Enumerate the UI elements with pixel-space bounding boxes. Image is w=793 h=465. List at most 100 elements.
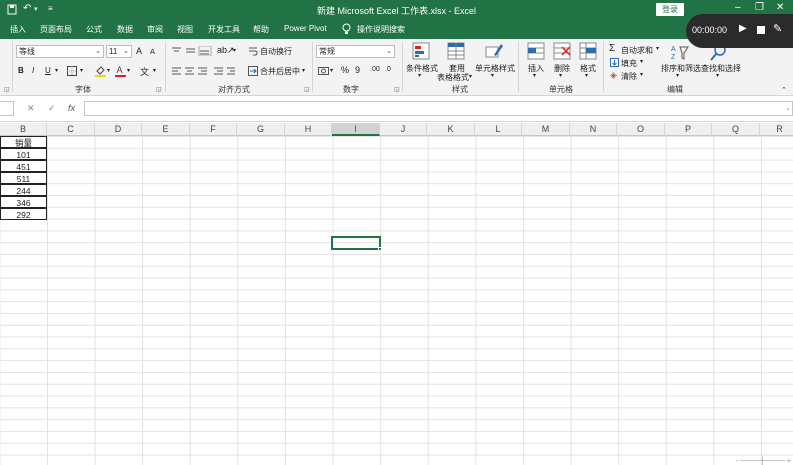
restore-icon[interactable]: ❐ [755,2,764,13]
column-header[interactable]: M [522,123,570,136]
chevron-down-icon[interactable]: ▾ [559,72,562,79]
chevron-down-icon[interactable]: ▾ [716,72,719,79]
sort-filter-button[interactable]: 排序和筛选 [661,63,701,74]
autosum-icon[interactable]: Σ [609,43,615,54]
table-cell[interactable]: 101 [0,148,47,160]
border-icon[interactable] [67,66,77,76]
chevron-down-icon[interactable]: ▾ [533,72,536,79]
clipboard-launcher-icon[interactable]: ◲ [4,86,10,93]
tab-developer[interactable]: 开发工具 [208,24,240,35]
percent-button[interactable]: % [341,65,349,75]
table-cell[interactable]: 346 [0,196,47,208]
chevron-down-icon[interactable]: ⌄ [785,104,791,112]
merge-center-icon[interactable] [248,66,258,76]
table-cell[interactable]: 292 [0,208,47,220]
column-header[interactable]: Q [712,123,760,136]
active-cell-selection[interactable] [331,236,382,251]
horizontal-align-icons[interactable] [171,66,235,76]
wrap-text-button[interactable]: 自动换行 [260,46,292,57]
font-launcher-icon[interactable]: ◲ [156,86,162,93]
comma-button[interactable]: 9 [355,65,360,75]
bold-button[interactable]: B [18,66,24,75]
column-header[interactable]: H [285,123,332,136]
table-cell[interactable]: 451 [0,160,47,172]
font-size-select[interactable]: 11 ⌄ [106,45,132,58]
collapse-ribbon-icon[interactable]: ⌃ [781,86,787,94]
column-header[interactable]: F [190,123,237,136]
fill-down-icon[interactable] [610,58,619,67]
cancel-icon[interactable]: ✕ [27,103,35,114]
tab-page-layout[interactable]: 页面布局 [40,24,72,35]
autosum-button[interactable]: 自动求和 [621,45,653,56]
chevron-down-icon[interactable]: ▾ [491,72,494,79]
find-select-button[interactable]: 查找和选择 [701,63,741,74]
format-as-table-icon[interactable] [447,42,465,60]
tab-formulas[interactable]: 公式 [86,24,102,35]
column-header[interactable]: R [760,123,793,136]
worksheet-grid[interactable]: B C D E F G H I J K L M N O P Q R 销量 101… [0,123,793,465]
chevron-down-icon[interactable]: ▾ [233,47,236,54]
pen-icon[interactable]: ✎ [773,22,782,35]
insert-function-icon[interactable]: fx [68,103,75,113]
alignment-launcher-icon[interactable]: ◲ [304,86,310,93]
chevron-down-icon[interactable]: ▾ [80,67,83,74]
column-header[interactable]: E [142,123,190,136]
enter-icon[interactable]: ✓ [48,103,56,114]
name-box[interactable] [0,101,14,116]
play-icon[interactable]: ▶ [739,23,747,34]
orientation-icon[interactable]: ab↗ [217,45,235,56]
tab-insert[interactable]: 插入 [10,24,26,35]
number-launcher-icon[interactable]: ◲ [394,86,400,93]
underline-button[interactable]: U [45,66,51,75]
close-icon[interactable]: ✕ [776,2,784,13]
table-cell[interactable]: 244 [0,184,47,196]
table-header-cell[interactable]: 销量 [0,136,47,148]
phonetic-button[interactable]: 文 [140,65,149,78]
login-button[interactable]: 登录 [656,3,684,16]
italic-button[interactable]: I [32,66,34,75]
merge-center-button[interactable]: 合并后居中 [260,66,300,77]
column-header[interactable]: P [665,123,712,136]
delete-cells-icon[interactable] [553,42,571,60]
chevron-down-icon[interactable]: ▾ [656,45,659,52]
column-header[interactable]: O [617,123,665,136]
chevron-down-icon[interactable]: ▾ [127,67,130,74]
chevron-down-icon[interactable]: ▾ [418,72,421,79]
cell-area[interactable] [0,136,793,465]
chevron-down-icon[interactable]: ▾ [585,72,588,79]
eraser-icon[interactable]: ◈ [610,70,617,81]
column-header[interactable]: J [380,123,427,136]
font-name-select[interactable]: 等线 ⌄ [16,45,104,58]
clear-button[interactable]: 清除 [621,71,637,82]
vertical-align-icons[interactable] [171,46,213,56]
insert-cells-icon[interactable] [527,42,545,60]
table-cell[interactable]: 511 [0,172,47,184]
column-header[interactable]: L [475,123,522,136]
font-color-icon[interactable]: A [115,65,126,77]
chevron-down-icon[interactable]: ▾ [55,67,58,74]
decrease-decimal-button[interactable]: .0 [385,66,391,73]
increase-decimal-button[interactable]: .00 [370,66,380,73]
column-header[interactable]: B [0,123,47,136]
tab-review[interactable]: 审阅 [147,24,163,35]
chevron-down-icon[interactable]: ▾ [153,67,156,74]
chevron-down-icon[interactable]: ▾ [107,67,110,74]
chevron-down-icon[interactable]: ▾ [330,67,333,74]
chevron-down-icon[interactable]: ▾ [302,67,305,74]
zoom-slider[interactable]: - ────┼──── + [736,458,791,465]
column-header[interactable]: K [427,123,475,136]
fill-button[interactable]: 填充 [621,58,637,69]
tab-data[interactable]: 数据 [117,24,133,35]
column-header[interactable]: C [47,123,95,136]
format-cells-icon[interactable] [579,42,597,60]
cell-styles-icon[interactable] [485,42,503,60]
minimize-icon[interactable]: – [735,2,741,13]
formula-input[interactable] [84,101,793,116]
shrink-font-button[interactable]: A [150,47,155,56]
format-as-table-line2[interactable]: 表格格式 [437,72,469,83]
column-header-selected[interactable]: I [332,123,380,136]
sort-filter-icon[interactable]: A Z [671,43,689,61]
chevron-down-icon[interactable]: ▾ [640,58,643,65]
conditional-formatting-button[interactable]: 条件格式 [406,63,438,74]
cell-styles-button[interactable]: 单元格样式 [475,63,515,74]
